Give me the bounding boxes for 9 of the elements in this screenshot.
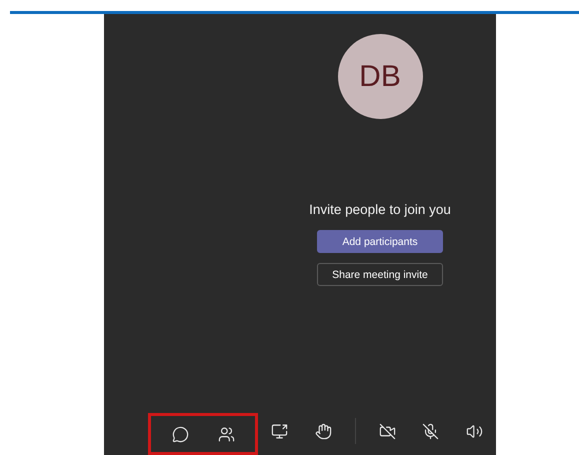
hand-icon [314,422,332,440]
chat-icon [172,426,188,442]
invite-message: Invite people to join you [309,202,451,217]
speaker-icon [466,422,483,440]
people-icon [218,426,234,442]
share-screen-icon [271,422,288,440]
add-participants-button[interactable]: Add participants [317,230,443,253]
share-invite-button[interactable]: Share meeting invite [317,263,443,286]
avatar: DB [338,34,422,119]
